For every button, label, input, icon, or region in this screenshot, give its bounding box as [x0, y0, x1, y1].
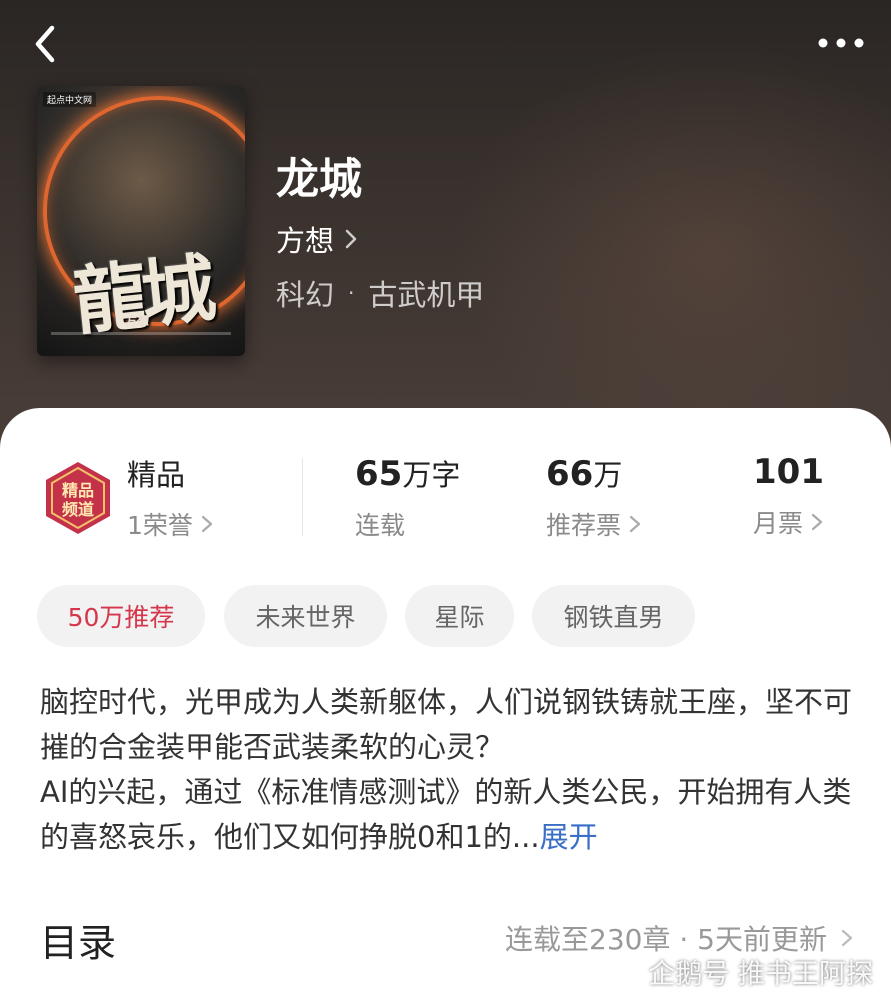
tag-steel-man[interactable]: 钢铁直男 [532, 585, 695, 647]
stat-recommend[interactable]: 66万 推荐票 [546, 452, 641, 542]
quality-channel-badge-icon: 精品 频道 [40, 460, 116, 536]
monthly-value: 101 [753, 452, 824, 492]
genre-separator: · [348, 281, 355, 305]
watermark-text: 企鹅号 推书王阿探 [648, 959, 873, 990]
honor-count: 1荣誉 [127, 511, 193, 540]
tag-interstellar[interactable]: 星际 [405, 585, 514, 647]
description-paragraph: 脑控时代，光甲成为人类新躯体，人们说钢铁铸就王座，坚不可摧的合金装甲能否武装柔软… [40, 685, 853, 764]
chevron-right-icon [841, 929, 853, 947]
quality-label: 精品 [127, 458, 186, 492]
author-link[interactable]: 方想 [276, 218, 358, 260]
toc-title[interactable]: 目录 [40, 912, 116, 967]
expand-link[interactable]: 展开 [540, 820, 598, 854]
book-title: 龙城 [276, 155, 362, 205]
chevron-right-icon [201, 515, 213, 533]
monthly-label: 月票 [753, 509, 804, 538]
tag-recommend[interactable]: 50万推荐 [37, 585, 205, 647]
stat-divider [302, 458, 303, 536]
stat-monthly[interactable]: 101 月票 [753, 452, 824, 540]
back-arrow-icon [35, 25, 55, 63]
words-unit: 万字 [402, 458, 461, 492]
words-value: 65 [355, 454, 403, 494]
honor-link[interactable]: 1荣誉 [127, 506, 213, 542]
book-description: 脑控时代，光甲成为人类新躯体，人们说钢铁铸就王座，坚不可摧的合金装甲能否武装柔软… [40, 680, 860, 860]
words-status: 连载 [355, 511, 406, 540]
recommend-value: 66 [546, 454, 594, 494]
genre-line: 科幻 · 古武机甲 [276, 272, 484, 314]
stat-words: 65万字 连载 [355, 452, 460, 542]
stat-quality[interactable]: 精品 1荣誉 [127, 452, 213, 542]
svg-text:精品: 精品 [62, 481, 94, 500]
chevron-right-icon [345, 229, 357, 249]
chevron-right-icon [629, 515, 641, 533]
cover-tagline [51, 332, 231, 335]
author-name: 方想 [276, 224, 335, 258]
genre-sub: 古武机甲 [368, 278, 485, 312]
more-icon [818, 38, 864, 48]
tag-future-world[interactable]: 未来世界 [224, 585, 387, 647]
watermark: 企鹅号 推书王阿探 [614, 952, 873, 991]
description-paragraph: AI的兴起，通过《标准情感测试》的新人类公民，开始拥有人类的喜怒哀乐，他们又如何… [40, 775, 852, 854]
more-button[interactable] [817, 28, 867, 58]
back-button[interactable] [30, 22, 70, 66]
cover-publisher: 起点中文网 [43, 92, 97, 107]
svg-text:频道: 频道 [62, 500, 94, 519]
penguin-logo-icon [617, 959, 640, 986]
cover-author-art: 方想 [125, 314, 150, 328]
chevron-right-icon [811, 513, 823, 531]
book-cover[interactable]: 起点中文网 龍城 方想 [37, 86, 245, 356]
genre-main: 科幻 [276, 278, 335, 312]
recommend-label: 推荐票 [546, 511, 622, 540]
recommend-unit: 万 [593, 458, 623, 492]
